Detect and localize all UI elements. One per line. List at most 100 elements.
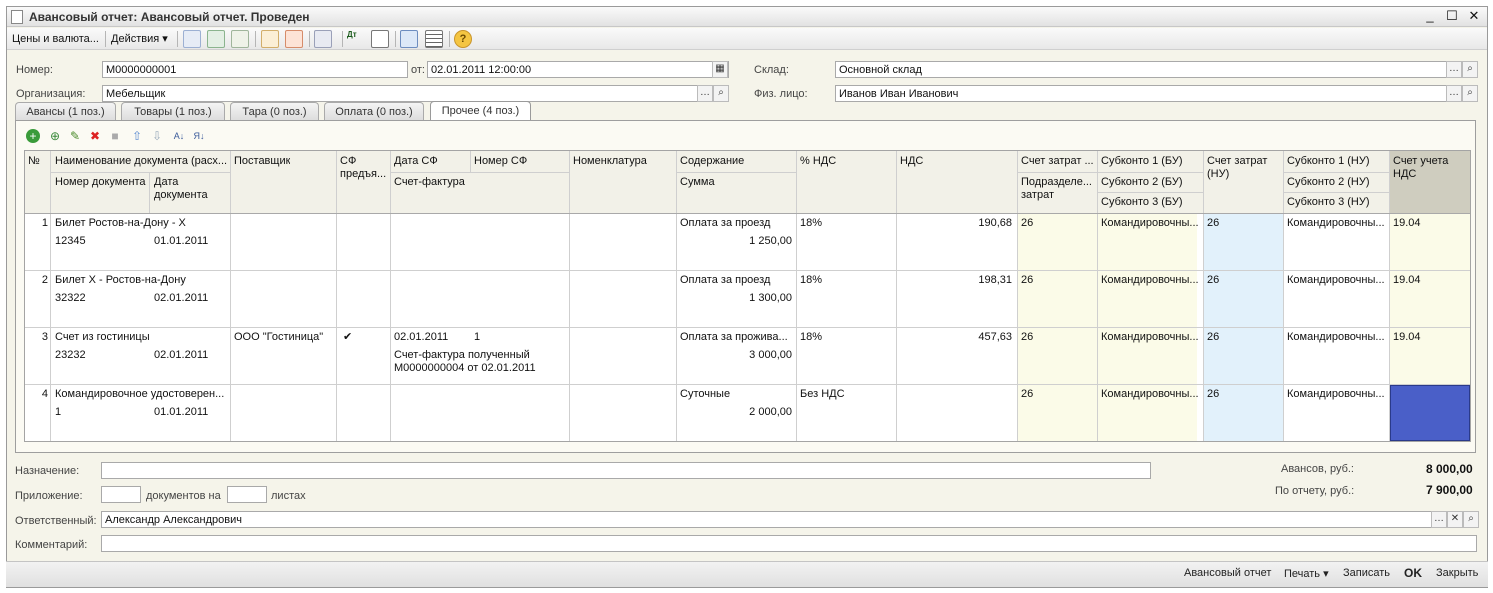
col-sf[interactable]: СФ предъя... [340,155,388,181]
search-icon[interactable]: ⌕ [1462,85,1478,102]
fill-icon[interactable] [261,30,279,48]
cell-vat[interactable]: 190,68 [900,217,1012,230]
cell-vat-pct[interactable]: 18% [800,217,894,230]
cell-acc[interactable]: 26 [1021,217,1095,230]
cell-subnu1[interactable]: Командировочны... [1287,331,1387,344]
cell-acc[interactable]: 26 [1021,388,1095,401]
advance-report-button[interactable]: Авансовый отчет [1184,567,1271,579]
cell-sub1[interactable]: Командировочны... [1101,331,1201,344]
cell-docname[interactable]: Счет из гостиницы [55,331,227,344]
cell-docnum[interactable]: 23232 [55,349,147,362]
help-icon[interactable]: ? [454,30,472,48]
report-icon[interactable] [371,30,389,48]
delete-icon[interactable]: ✖ [88,129,102,143]
sort-asc-icon[interactable]: A↓ [172,129,186,143]
cell-content[interactable]: Оплата за прожива... [680,331,794,344]
col-acc[interactable]: Счет затрат ... [1021,155,1095,168]
actions-menu[interactable]: Действия ▾ [111,30,168,48]
move-up-icon[interactable]: ⇧ [130,129,144,143]
col-sfdate[interactable]: Дата СФ [394,155,438,168]
prices-currency-button[interactable]: Цены и валюта... [12,30,99,48]
cell-sf[interactable]: ✔ [343,331,363,344]
cell-docdate[interactable]: 01.01.2011 [154,406,228,419]
select-button[interactable]: … [1431,511,1447,528]
cell-sum[interactable]: 1 300,00 [680,292,792,305]
cell-vat-pct[interactable]: 18% [800,331,894,344]
dt-kt-icon[interactable]: Дт [347,30,365,48]
person-field[interactable]: Иванов Иван Иванович [835,85,1478,102]
col-sub3[interactable]: Субконто 3 (БУ) [1101,196,1183,209]
sort-desc-icon[interactable]: Я↓ [192,129,206,143]
copy-icon[interactable] [231,30,249,48]
cell-sum[interactable]: 2 000,00 [680,406,792,419]
post-document-icon[interactable] [183,30,201,48]
cell-n[interactable]: 1 [28,217,48,230]
cell-sfdate[interactable]: 02.01.2011 [394,331,470,344]
tab-goods[interactable]: Товары (1 поз.) [121,102,225,121]
cell-n[interactable]: 3 [28,331,48,344]
col-docdate[interactable]: Дата документа [154,176,224,202]
tab-advances[interactable]: Авансы (1 поз.) [15,102,116,121]
org-field[interactable]: Мебельщик [102,85,729,102]
cell-invoice[interactable]: Счет-фактура полученный М0000000004 от 0… [394,349,566,375]
col-content[interactable]: Содержание [680,155,744,168]
attachment-docs-field[interactable] [101,486,141,503]
col-subnu1[interactable]: Субконто 1 (НУ) [1287,155,1370,168]
cell-docname[interactable]: Командировочное удостоверен... [55,388,227,401]
refresh-icon[interactable] [207,30,225,48]
cell-acc-nu[interactable]: 26 [1207,331,1281,344]
col-acc-nu[interactable]: Счет затрат (НУ) [1207,155,1281,181]
purpose-field[interactable] [101,462,1151,479]
print-menu[interactable]: Печать ▾ [1284,567,1329,580]
tab-other[interactable]: Прочее (4 поз.) [430,101,531,122]
cell-acc-nu[interactable]: 26 [1207,274,1281,287]
warehouse-field[interactable]: Основной склад [835,61,1478,78]
goto-icon[interactable] [314,30,332,48]
cell-docdate[interactable]: 02.01.2011 [154,349,228,362]
cell-docdate[interactable]: 01.01.2011 [154,235,228,248]
search-icon[interactable]: ⌕ [1462,61,1478,78]
end-edit-icon[interactable]: ■ [108,129,122,143]
minimize-button[interactable]: _ [1423,8,1437,24]
cell-vat[interactable]: 198,31 [900,274,1012,287]
add-icon[interactable]: + [26,129,40,143]
tab-containers[interactable]: Тара (0 поз.) [230,102,319,121]
comment-field[interactable] [101,535,1477,552]
calendar-icon[interactable]: ▦ [712,61,728,78]
col-n[interactable]: № [28,155,40,168]
col-docname[interactable]: Наименование документа (расх... [55,155,227,168]
items-table[interactable]: № Наименование документа (расх... Номер … [24,150,1471,442]
list-icon[interactable] [425,30,443,48]
clear-icon[interactable]: ✕ [1447,511,1463,528]
cell-sum[interactable]: 3 000,00 [680,349,792,362]
cell-docnum[interactable]: 12345 [55,235,147,248]
cell-content[interactable]: Оплата за проезд [680,274,794,287]
cell-docname[interactable]: Билет Х - Ростов-на-Дону [55,274,227,287]
cell-sub1[interactable]: Командировочны... [1101,388,1201,401]
cell-docname[interactable]: Билет Ростов-на-Дону - Х [55,217,227,230]
cell-supplier[interactable]: ООО "Гостиница" [234,331,334,344]
select-button[interactable]: … [1446,61,1462,78]
close-form-button[interactable]: Закрыть [1436,567,1478,579]
cell-subnu1[interactable]: Командировочны... [1287,217,1387,230]
cell-subnu1[interactable]: Командировочны... [1287,388,1387,401]
col-sum[interactable]: Сумма [680,176,715,189]
selected-cell[interactable] [1390,385,1470,441]
attachment-sheets-field[interactable] [227,486,267,503]
col-dept[interactable]: Подразделе... затрат [1021,176,1095,202]
cell-vat-acc[interactable]: 19.04 [1393,217,1467,230]
col-subnu2[interactable]: Субконто 2 (НУ) [1287,176,1370,189]
cell-vat-pct[interactable]: Без НДС [800,388,894,401]
cell-vat-acc[interactable]: 19.04 [1393,274,1467,287]
cell-acc[interactable]: 26 [1021,331,1095,344]
cell-subnu1[interactable]: Командировочны... [1287,274,1387,287]
col-sub1[interactable]: Субконто 1 (БУ) [1101,155,1183,168]
unpost-icon[interactable] [285,30,303,48]
copy-row-icon[interactable]: ⊕ [48,129,62,143]
tab-payment[interactable]: Оплата (0 поз.) [324,102,424,121]
col-nomen[interactable]: Номенклатура [573,155,647,168]
cell-vat[interactable]: 457,63 [900,331,1012,344]
structure-icon[interactable] [400,30,418,48]
cell-sum[interactable]: 1 250,00 [680,235,792,248]
close-button[interactable]: ✕ [1467,8,1481,24]
